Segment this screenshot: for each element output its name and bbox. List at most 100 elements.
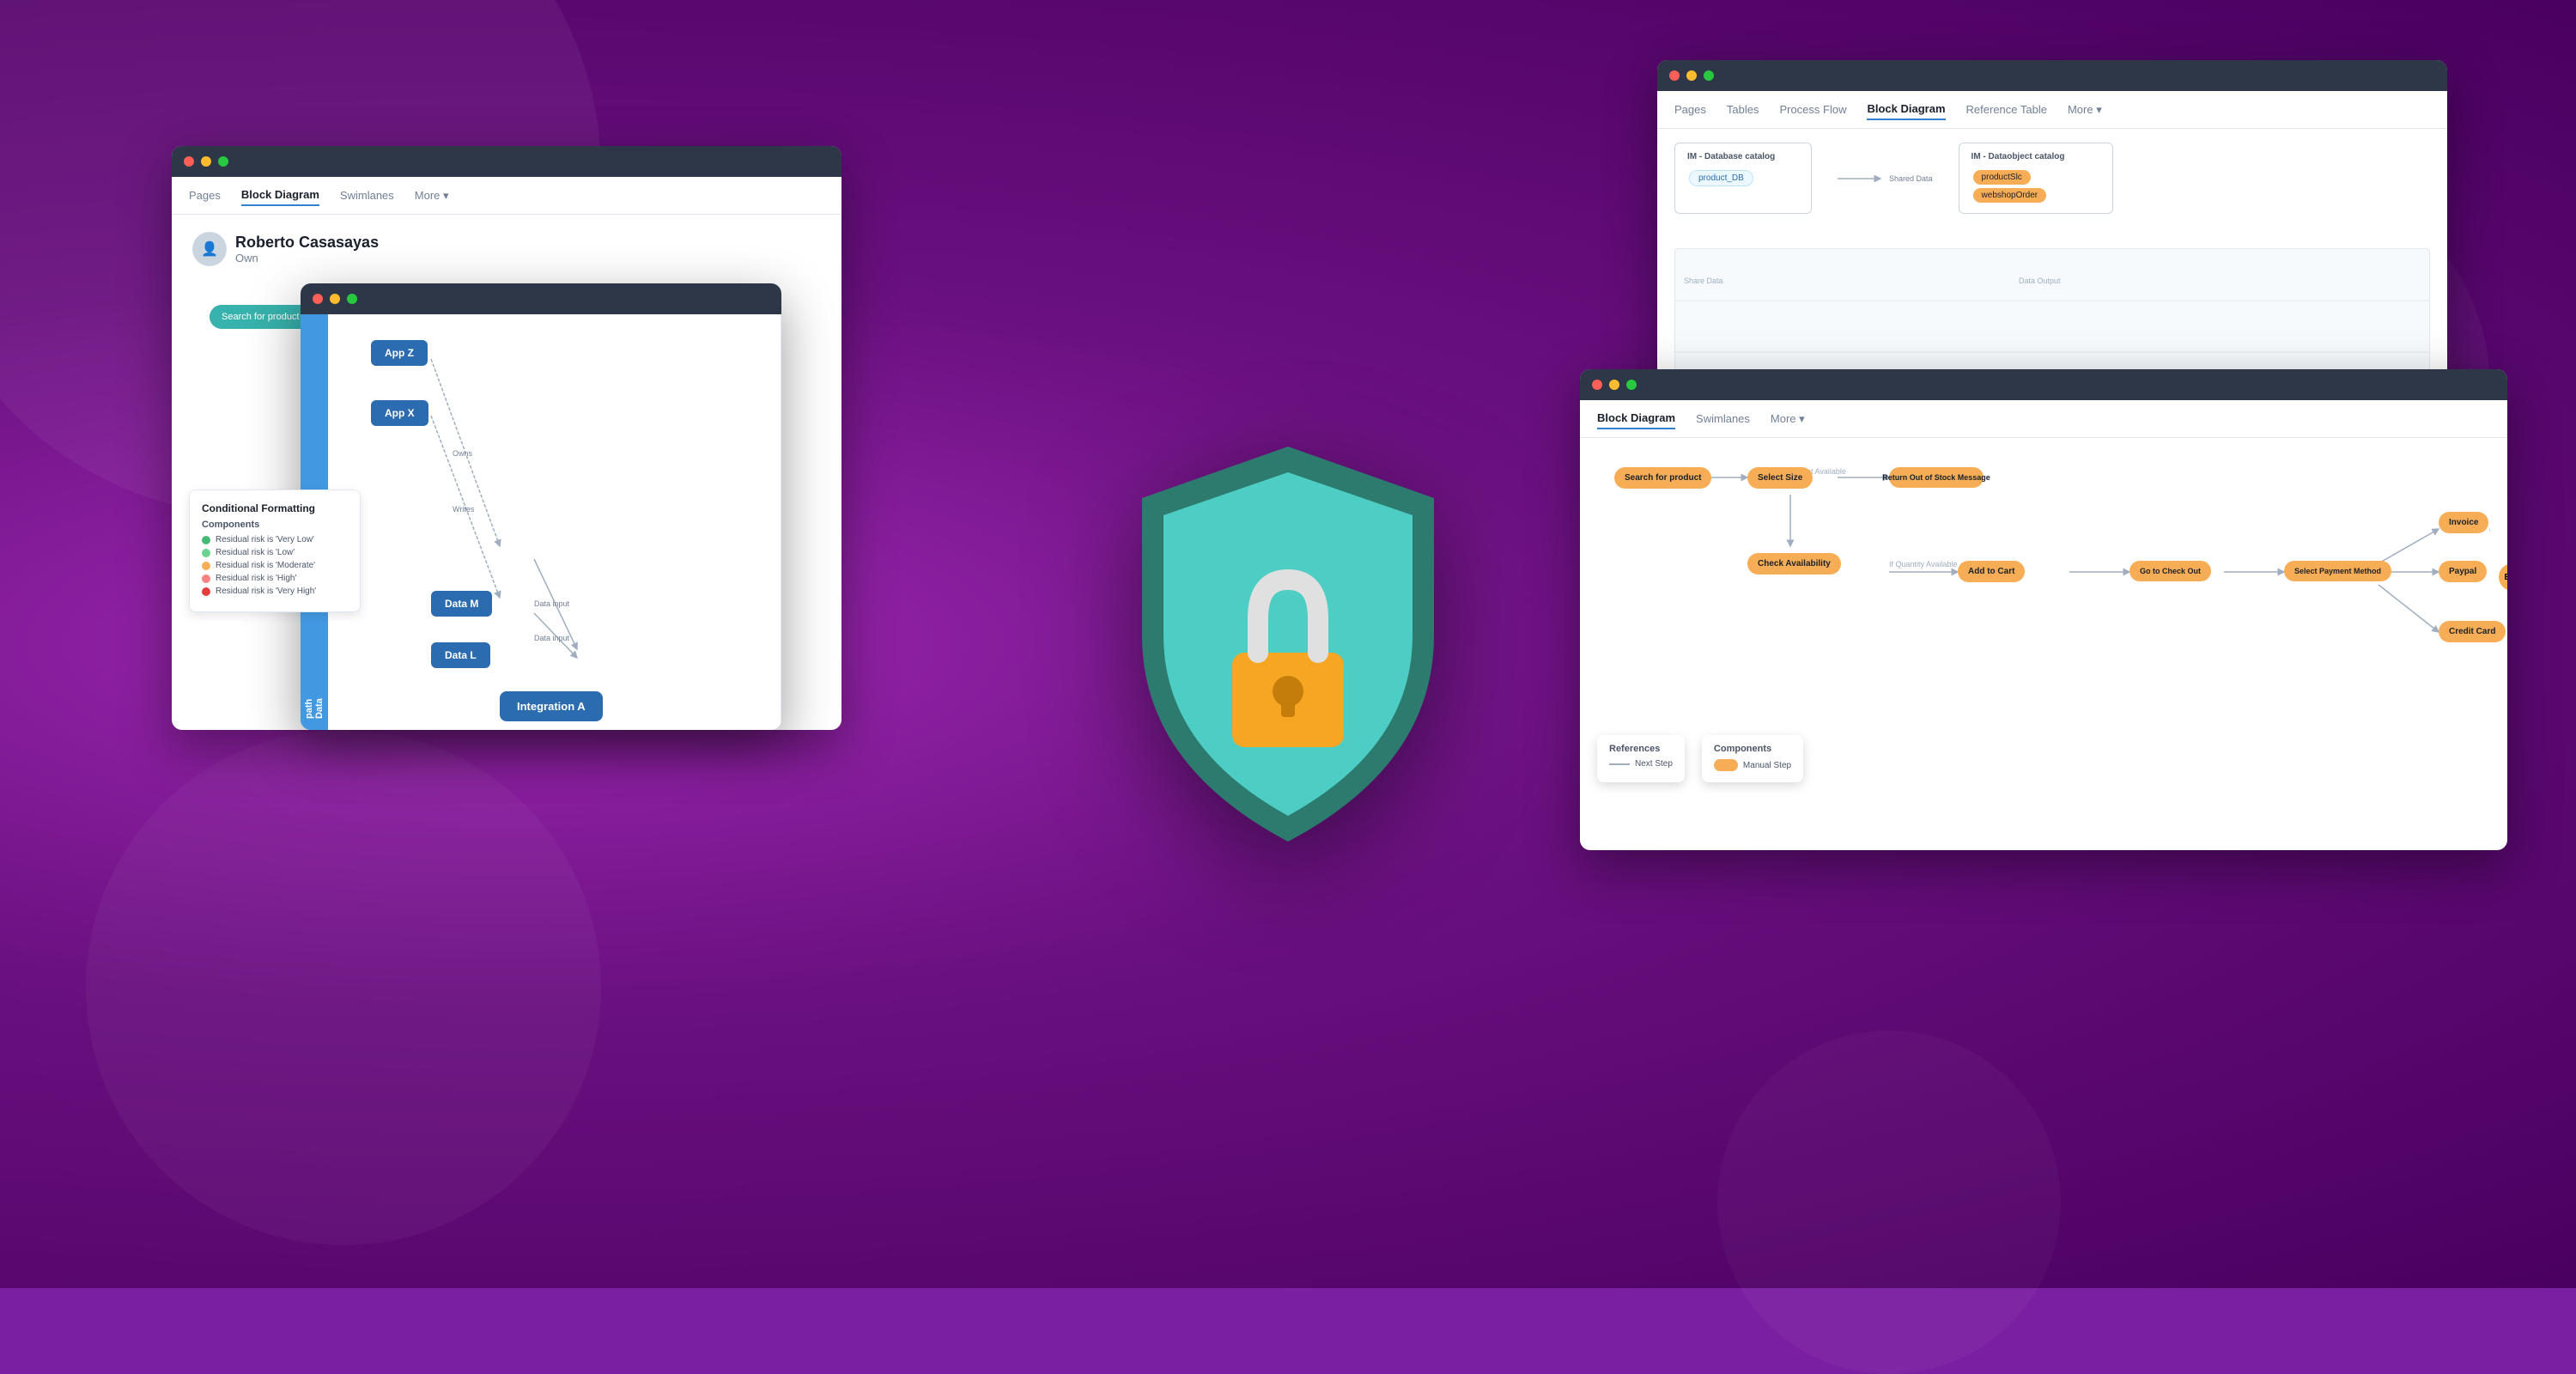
tab-block-diagram-1[interactable]: Block Diagram <box>241 185 319 206</box>
lane-application-content: App Z App X Data Data M Data L Data path… <box>328 314 781 730</box>
maximize-btn-4[interactable] <box>1626 380 1637 390</box>
node4-out-of-stock: Return Out of Stock Message <box>1889 467 1984 488</box>
user-role: Own <box>235 252 379 264</box>
im-data-label: IM - Dataobject catalog <box>1971 152 2100 161</box>
legend-references: References Next Step <box>1597 735 1685 782</box>
cf-dot-3 <box>202 575 210 583</box>
node4-credit-card: Credit Card <box>2439 621 2506 642</box>
cf-subtitle: Components <box>202 520 348 530</box>
shield-container <box>1108 429 1468 859</box>
node4-check-availability: Check Availability <box>1747 553 1841 575</box>
minimize-btn-2[interactable] <box>330 294 340 304</box>
close-btn-1[interactable] <box>184 156 194 167</box>
legend-references-title: References <box>1609 744 1673 754</box>
cf-item-2: Residual risk is 'Moderate' <box>202 561 348 570</box>
lane-datapath-label: Data path <box>301 687 328 730</box>
user-profile: 👤 Roberto Casasayas Own <box>192 232 821 266</box>
node-data-l: Data L <box>431 642 490 678</box>
avatar: 👤 <box>192 232 227 266</box>
legend-next-step-label: Next Step <box>1635 759 1673 769</box>
tab-more-4[interactable]: More ▾ <box>1771 412 1805 426</box>
node4-end: End <box>2499 563 2507 591</box>
cf-dot-0 <box>202 536 210 544</box>
tab-reference-3[interactable]: Reference Table <box>1966 100 2047 119</box>
legend-pill-icon <box>1714 759 1738 771</box>
titlebar-4 <box>1580 369 2507 400</box>
flow4-arrows: If Not Available If Quantity Available <box>1597 452 2490 727</box>
node4-search: Search for product <box>1614 467 1711 489</box>
webshop-order-node: webshopOrder <box>1973 188 2047 203</box>
im-data-catalog: IM - Dataobject catalog productSlc websh… <box>1959 143 2113 214</box>
bg-decoration-2 <box>86 730 601 1245</box>
close-btn-3[interactable] <box>1669 70 1680 81</box>
titlebar-3 <box>1657 60 2447 91</box>
im-db-catalog: IM - Database catalog product_DB <box>1674 143 1812 214</box>
swimlane-connections: Owns Writes Data input Data input <box>328 314 781 730</box>
close-btn-4[interactable] <box>1592 380 1602 390</box>
user-name: Roberto Casasayas <box>235 234 379 252</box>
nav-3: Pages Tables Process Flow Block Diagram … <box>1657 91 2447 129</box>
tab-swimlanes-1[interactable]: Swimlanes <box>340 185 394 205</box>
catalog-arrow <box>1838 170 1889 187</box>
legend-components: Components Manual Step <box>1702 735 1803 782</box>
window-flow-right-bottom: Block Diagram Swimlanes More ▾ If Not Av… <box>1580 369 2507 850</box>
cf-dot-2 <box>202 562 210 570</box>
node4-invoice: Invoice <box>2439 512 2488 533</box>
cf-item-0: Residual risk is 'Very Low' <box>202 535 348 544</box>
cf-label-2: Residual risk is 'Moderate' <box>216 561 315 570</box>
node4-select-size: Select Size <box>1747 467 1813 489</box>
svg-text:Data input: Data input <box>534 634 570 642</box>
bg-decoration-4 <box>1717 1030 2061 1374</box>
cf-dot-1 <box>202 549 210 557</box>
nav-1: Pages Block Diagram Swimlanes More ▾ <box>172 177 841 215</box>
cf-item-1: Residual risk is 'Low' <box>202 548 348 557</box>
window-swimlane: Application App Z App X Data Data M Data… <box>301 283 781 730</box>
shared-data-label: Shared Data <box>1838 143 1933 214</box>
maximize-btn-3[interactable] <box>1704 70 1714 81</box>
titlebar-1 <box>172 146 841 177</box>
tab-block-diagram-4[interactable]: Block Diagram <box>1597 408 1675 429</box>
cf-label-1: Residual risk is 'Low' <box>216 548 295 557</box>
node4-paypal: Paypal <box>2439 561 2487 582</box>
tab-more-1[interactable]: More ▾ <box>415 189 449 203</box>
conditional-formatting-panel: Conditional Formatting Components Residu… <box>189 489 361 612</box>
cf-dot-4 <box>202 587 210 596</box>
svg-text:If Quantity Available: If Quantity Available <box>1889 560 1957 568</box>
titlebar-2 <box>301 283 781 314</box>
tab-pages-3[interactable]: Pages <box>1674 100 1706 119</box>
node-integration-a: Integration A <box>500 691 603 721</box>
tab-swimlanes-4[interactable]: Swimlanes <box>1696 409 1750 429</box>
minimize-btn-3[interactable] <box>1686 70 1697 81</box>
node-data-m: Data M <box>431 591 492 627</box>
tab-process-3[interactable]: Process Flow <box>1779 100 1846 119</box>
svg-text:Data input: Data input <box>534 599 570 608</box>
tab-tables-3[interactable]: Tables <box>1727 100 1759 119</box>
swimlane-body: Application App Z App X Data Data M Data… <box>301 314 781 730</box>
minimize-btn-1[interactable] <box>201 156 211 167</box>
legend-manual-step-label: Manual Step <box>1743 761 1791 770</box>
maximize-btn-2[interactable] <box>347 294 357 304</box>
legend-line-icon <box>1609 763 1630 765</box>
legend-manual-step: Manual Step <box>1714 759 1791 771</box>
tab-pages-1[interactable]: Pages <box>189 185 221 205</box>
minimize-btn-4[interactable] <box>1609 380 1619 390</box>
window4-content: If Not Available If Quantity Available <box>1580 438 2507 850</box>
nav-4: Block Diagram Swimlanes More ▾ <box>1580 400 2507 438</box>
svg-text:Share Data: Share Data <box>1684 277 1723 285</box>
tab-more-3[interactable]: More ▾ <box>2068 103 2102 117</box>
cf-item-3: Residual risk is 'High' <box>202 574 348 583</box>
legend-next-step: Next Step <box>1609 759 1673 769</box>
shield-icon <box>1108 429 1468 859</box>
maximize-btn-1[interactable] <box>218 156 228 167</box>
node-search-product: Search for product <box>210 305 312 329</box>
flow-diagram-4: If Not Available If Quantity Available <box>1597 452 2490 727</box>
cf-label-4: Residual risk is 'Very High' <box>216 587 316 596</box>
node4-payment-method: Select Payment Method <box>2284 561 2391 581</box>
node-app-z: App Z <box>371 340 428 376</box>
tab-block-diagram-3[interactable]: Block Diagram <box>1867 99 1945 120</box>
cf-label-0: Residual risk is 'Very Low' <box>216 535 314 544</box>
im-db-label: IM - Database catalog <box>1687 152 1799 161</box>
close-btn-2[interactable] <box>313 294 323 304</box>
cf-title: Conditional Formatting <box>202 502 348 514</box>
cf-label-3: Residual risk is 'High' <box>216 574 296 583</box>
